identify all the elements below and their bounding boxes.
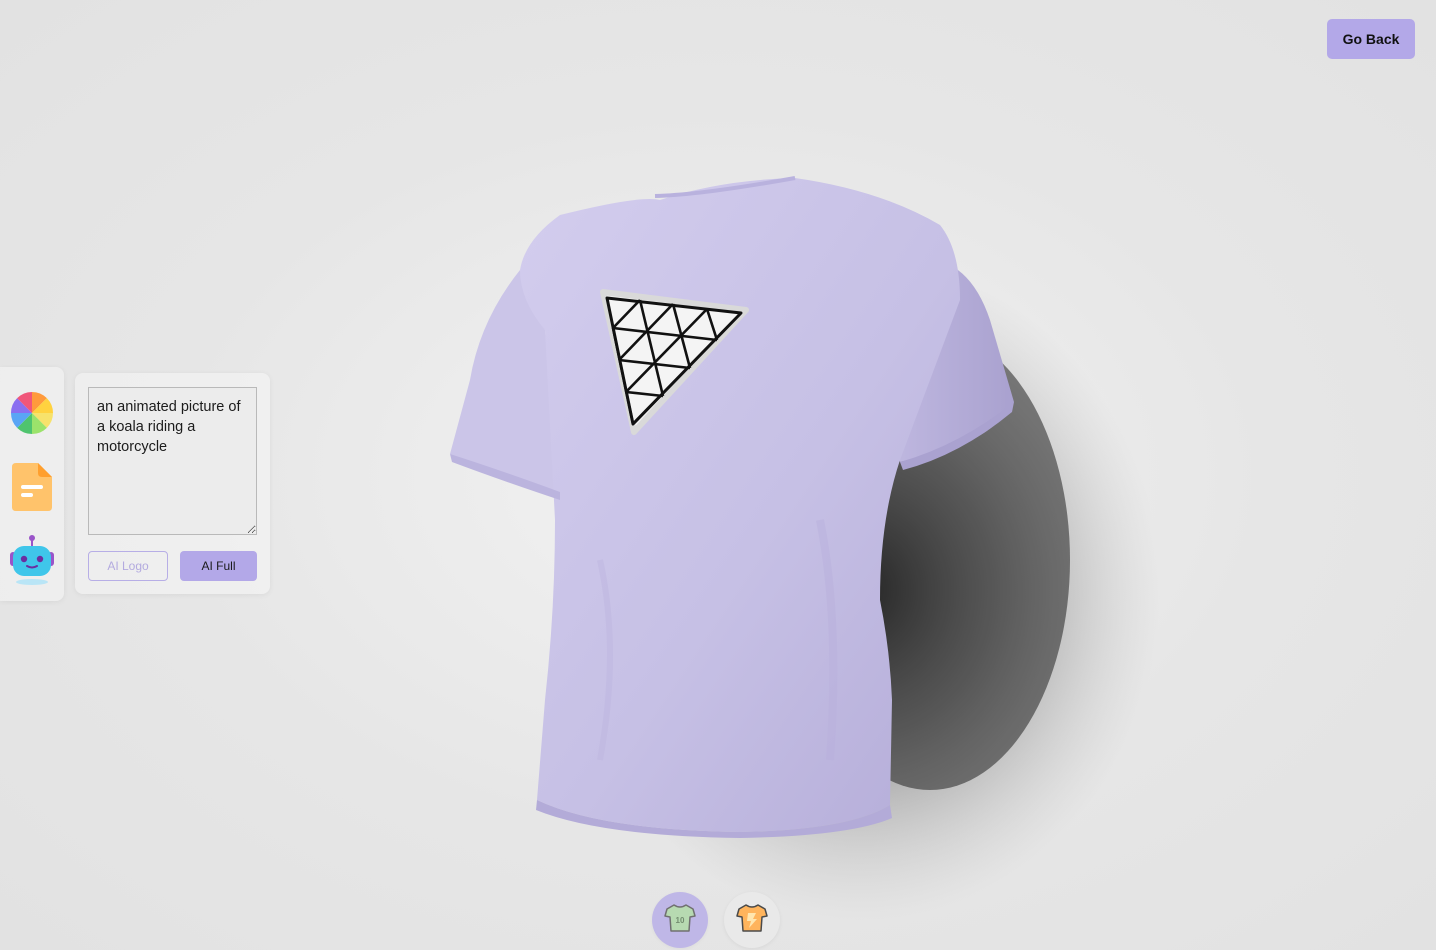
tab-color-picker[interactable] [9, 389, 55, 441]
robot-icon [9, 534, 55, 592]
ai-picker-panel: AI Logo AI Full [75, 373, 270, 594]
tab-stylish-shirt[interactable] [724, 892, 780, 948]
tab-ai-picker[interactable] [9, 534, 55, 592]
tab-file-picker[interactable] [9, 462, 55, 516]
stylish-shirt-icon [736, 903, 768, 938]
filter-tabs: 10 [652, 892, 780, 948]
shirt-number-badge: 10 [676, 916, 685, 925]
logo-shirt-icon: 10 [664, 903, 696, 938]
editor-tabs [0, 367, 64, 601]
color-wheel-icon [10, 391, 54, 440]
tab-logo-shirt[interactable]: 10 [652, 892, 708, 948]
go-back-button[interactable]: Go Back [1327, 19, 1415, 59]
file-icon [12, 462, 52, 516]
ai-prompt-input[interactable] [88, 387, 257, 535]
ai-logo-button[interactable]: AI Logo [88, 551, 168, 581]
ai-full-button[interactable]: AI Full [180, 551, 257, 581]
